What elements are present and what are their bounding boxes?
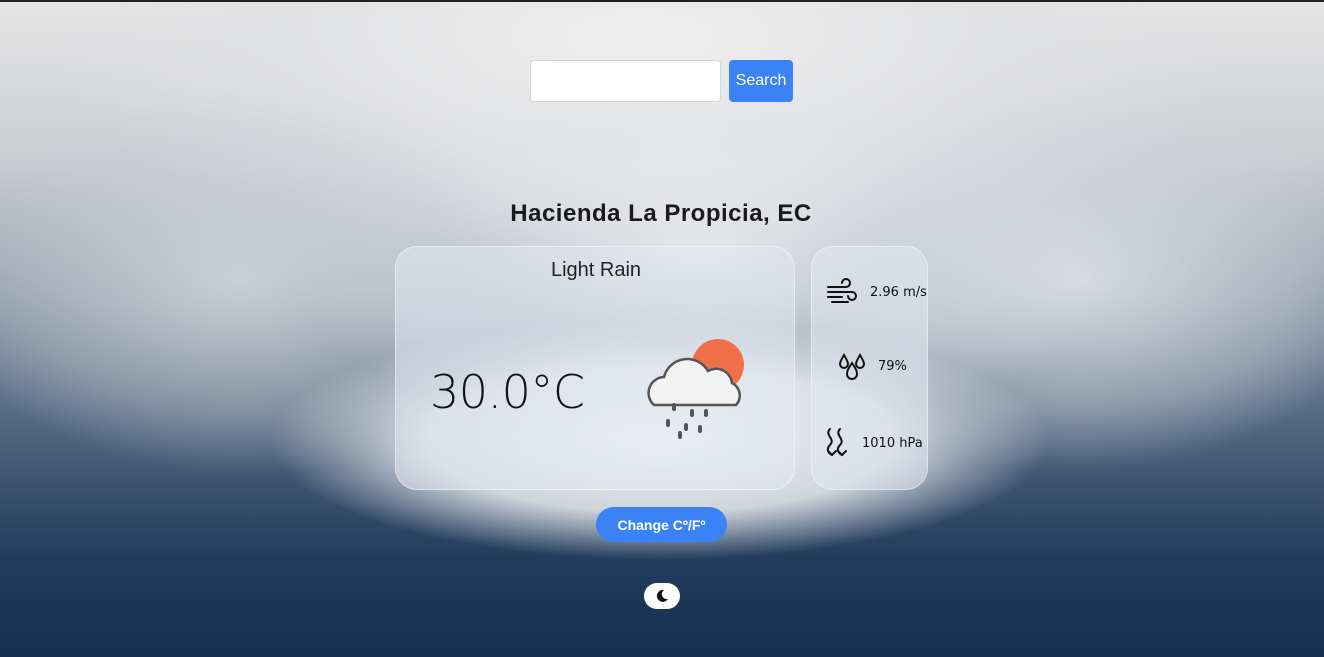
location-title: Hacienda La Propicia, EC [510,200,812,227]
pressure-stat: 1010 hPa [812,427,929,459]
search-button[interactable]: Search [729,60,793,102]
wind-value: 2.96 m/s [870,284,927,300]
moon-icon [656,589,668,602]
search-bar: Search [530,60,793,102]
weather-stats-card: 2.96 m/s 79% 1010 hPa [811,246,928,490]
pressure-icon [826,428,847,457]
humidity-drops-icon [838,353,866,380]
weather-condition: Light Rain [550,259,642,281]
humidity-value: 79% [878,358,907,374]
cloud-sun-rain-icon [647,339,744,439]
change-units-button[interactable]: Change Cº/Fº [596,507,727,542]
top-border [0,0,1324,2]
wind-icon [827,278,857,303]
temperature-value: 30.0°C [430,365,585,419]
humidity-stat: 79% [812,351,929,381]
wind-stat: 2.96 m/s [812,277,929,307]
pressure-value: 1010 hPa [862,435,923,451]
search-input[interactable] [530,60,721,102]
theme-toggle-button[interactable] [644,583,680,609]
current-weather-card: Light Rain 30.0°C [395,246,795,490]
